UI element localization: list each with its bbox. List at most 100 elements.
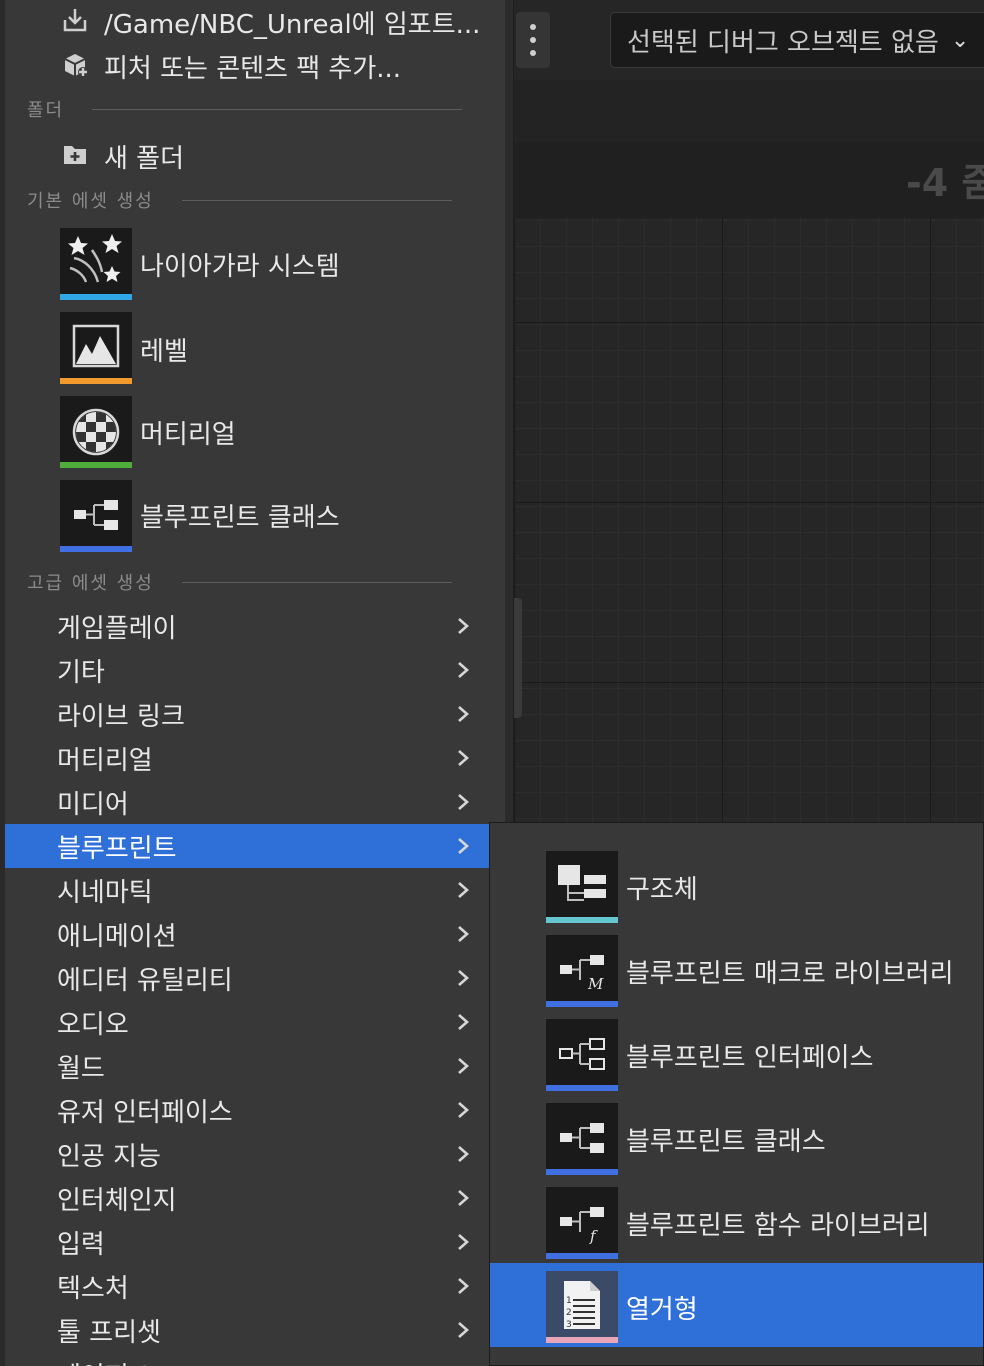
category-item[interactable]: 오디오	[5, 1000, 505, 1044]
category-label: 입력	[57, 1229, 105, 1260]
blueprint-macro-library-item[interactable]: M 블루프린트 매크로 라이브러리	[490, 929, 983, 1013]
svg-text:f: f	[589, 1227, 598, 1245]
category-item[interactable]: 기타	[5, 648, 505, 692]
blueprint-macro-library-icon: M	[546, 935, 618, 1007]
zoom-level: -4 줌	[906, 161, 984, 205]
chevron-right-icon	[453, 1100, 473, 1120]
chevron-right-icon	[453, 792, 473, 812]
advanced-assets-section-label: 고급 에셋 생성	[27, 573, 154, 594]
chevron-right-icon	[453, 968, 473, 988]
chevron-right-icon	[453, 1012, 473, 1032]
enum-item[interactable]: 1 2 3 열거형	[490, 1263, 983, 1347]
category-item[interactable]: 인공 지능	[5, 1132, 505, 1176]
material-icon	[60, 396, 132, 468]
category-label: 오디오	[57, 1009, 129, 1040]
category-label: 머티리얼	[57, 745, 153, 776]
blueprint-class-color-bar	[60, 546, 132, 552]
chevron-right-icon	[453, 880, 473, 900]
category-item[interactable]: 미디어	[5, 780, 505, 824]
import-menu-item[interactable]: /Game/NBC_Unreal에 임포트...	[5, 0, 505, 42]
chevron-right-icon	[453, 836, 473, 856]
svg-text:1: 1	[566, 1296, 572, 1306]
niagara-system-label: 나이아가라 시스템	[140, 252, 340, 282]
category-label: 미디어	[57, 789, 129, 820]
chevron-right-icon	[453, 1276, 473, 1296]
blueprint-function-library-color-bar	[546, 1253, 618, 1259]
category-item[interactable]: 애니메이션	[5, 912, 505, 956]
category-label: 월드	[57, 1053, 105, 1084]
category-label: 에디터 유틸리티	[57, 965, 233, 996]
category-item[interactable]: 유저 인터페이스	[5, 1088, 505, 1132]
new-folder-menu-item[interactable]: 새 폴더	[5, 132, 505, 176]
blueprint-macro-library-label: 블루프린트 매크로 라이브러리	[626, 959, 954, 989]
folder-section-header: 폴더	[27, 96, 463, 122]
category-item[interactable]: 텍스처	[5, 1264, 505, 1308]
category-item[interactable]: 월드	[5, 1044, 505, 1088]
category-label: 게임플레이	[57, 613, 177, 644]
category-item[interactable]: 페이퍼 2D	[5, 1352, 505, 1366]
add-feature-pack-menu-item[interactable]: 피처 또는 콘텐츠 팩 추가...	[5, 44, 505, 86]
section-divider	[181, 199, 452, 201]
material-color-bar	[60, 462, 132, 468]
struct-label: 구조체	[626, 875, 698, 905]
category-item[interactable]: 머티리얼	[5, 736, 505, 780]
import-icon	[60, 5, 90, 35]
category-item[interactable]: 입력	[5, 1220, 505, 1264]
category-label: 라이브 링크	[57, 701, 185, 732]
material-label: 머티리얼	[140, 420, 236, 450]
category-label: 페이퍼 2D	[57, 1356, 174, 1366]
blueprint-class-label: 블루프린트 클래스	[626, 1127, 826, 1157]
category-item[interactable]: 에디터 유틸리티	[5, 956, 505, 1000]
feature-pack-icon	[60, 50, 90, 80]
svg-text:3: 3	[566, 1320, 572, 1330]
chevron-right-icon	[453, 616, 473, 636]
section-divider	[92, 108, 463, 110]
category-label: 텍스처	[57, 1273, 129, 1304]
chevron-right-icon	[453, 660, 473, 680]
category-item[interactable]: 블루프린트	[5, 824, 505, 868]
level-icon	[60, 312, 132, 384]
category-item[interactable]: 게임플레이	[5, 604, 505, 648]
category-label: 유저 인터페이스	[57, 1097, 233, 1128]
section-divider	[181, 581, 452, 583]
blueprint-submenu: 구조체 M 블루프린트 매크로 라이브러리 블루프린트 인터페이스 블루프린트 …	[489, 822, 984, 1366]
struct-item[interactable]: 구조체	[490, 845, 983, 929]
chevron-down-icon: ⌄	[950, 27, 970, 53]
chevron-right-icon	[453, 1188, 473, 1208]
chevron-right-icon	[453, 704, 473, 724]
level-color-bar	[60, 378, 132, 384]
basic-assets-section-header: 기본 에셋 생성	[27, 187, 452, 213]
category-item[interactable]: 라이브 링크	[5, 692, 505, 736]
struct-icon	[546, 851, 618, 923]
chevron-right-icon	[453, 924, 473, 944]
add-feature-pack-label: 피처 또는 콘텐츠 팩 추가...	[104, 54, 402, 84]
debug-object-select-label: 선택된 디버그 오브젝트 없음	[627, 27, 939, 58]
blueprint-class-icon	[60, 480, 132, 552]
editor-tab-strip	[514, 80, 984, 142]
blueprint-function-library-icon: f	[546, 1187, 618, 1259]
blueprint-function-library-label: 블루프린트 함수 라이브러리	[626, 1211, 930, 1241]
blueprint-function-library-item[interactable]: f 블루프린트 함수 라이브러리	[490, 1181, 983, 1265]
category-label: 인공 지능	[57, 1141, 161, 1172]
enum-icon: 1 2 3	[546, 1271, 618, 1343]
new-folder-icon	[60, 139, 90, 169]
category-item[interactable]: 툴 프리셋	[5, 1308, 505, 1352]
svg-text:2: 2	[566, 1308, 572, 1318]
category-label: 기타	[57, 657, 105, 688]
context-menu: /Game/NBC_Unreal에 임포트... 피처 또는 콘텐츠 팩 추가.…	[5, 0, 513, 1366]
category-item[interactable]: 인터체인지	[5, 1176, 505, 1220]
blueprint-interface-item[interactable]: 블루프린트 인터페이스	[490, 1013, 983, 1097]
more-options-icon[interactable]	[516, 12, 550, 68]
new-folder-label: 새 폴더	[104, 144, 185, 174]
blueprint-class-label: 블루프린트 클래스	[140, 503, 340, 533]
chevron-right-icon	[453, 1056, 473, 1076]
blueprint-class-icon	[546, 1103, 618, 1175]
blueprint-interface-label: 블루프린트 인터페이스	[626, 1043, 874, 1073]
chevron-right-icon	[453, 748, 473, 768]
category-item[interactable]: 시네마틱	[5, 868, 505, 912]
debug-object-select[interactable]: 선택된 디버그 오브젝트 없음 ⌄	[610, 12, 984, 68]
chevron-right-icon	[453, 1144, 473, 1164]
blueprint-class-item[interactable]: 블루프린트 클래스	[490, 1097, 983, 1181]
category-label: 툴 프리셋	[57, 1317, 161, 1348]
struct-color-bar	[546, 917, 618, 923]
